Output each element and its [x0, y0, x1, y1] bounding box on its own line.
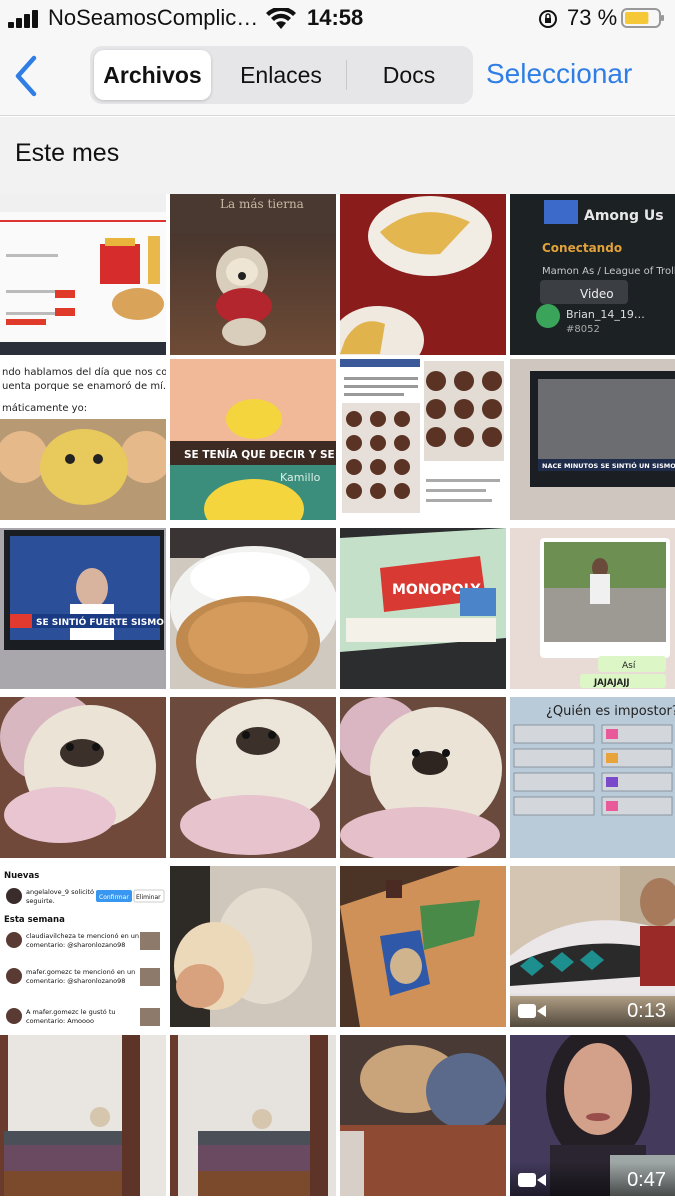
instagram-notifications-image: Nuevas angelalove_9 solicitó seguirte. C… — [0, 866, 166, 1027]
media-thumbnail[interactable] — [340, 866, 506, 1027]
svg-text:#8052: #8052 — [566, 324, 600, 335]
svg-text:SE SINTIÓ FUERTE SISMO: SE SINTIÓ FUERTE SISMO — [36, 616, 164, 628]
media-thumbnail[interactable] — [170, 528, 336, 689]
video-overlay: 0:47 — [510, 1162, 675, 1196]
facebook-post-image — [340, 359, 506, 520]
media-thumbnail[interactable]: 0:13 — [510, 866, 675, 1027]
segmented-control: Archivos Enlaces Docs — [90, 46, 473, 104]
svg-text:Mamon As / League of Trolls: Mamon As / League of Trolls — [542, 266, 675, 277]
svg-text:ndo hablamos del día que nos c: ndo hablamos del día que nos conocimos — [2, 366, 166, 378]
media-thumbnail[interactable]: ¿Quién es impostor? — [510, 697, 675, 858]
chat-video-image: Así JAJAJAJJ — [510, 528, 675, 689]
select-button[interactable]: Seleccionar — [486, 58, 632, 90]
dog-closeup-image — [170, 697, 336, 858]
clock: 14:58 — [307, 5, 364, 30]
media-thumbnail[interactable]: Así JAJAJAJJ — [510, 528, 675, 689]
tab-docs[interactable]: Docs — [348, 50, 470, 100]
svg-text:seguirte.: seguirte. — [26, 897, 55, 905]
rice-food-image — [170, 528, 336, 688]
video-overlay: 0:13 — [510, 993, 675, 1027]
tv-anchor-image: SE SINTIÓ FUERTE SISMO — [0, 528, 166, 689]
monopoly-board-image: MONOPOLY — [340, 528, 506, 689]
battery-icon — [621, 8, 664, 28]
svg-text:SE TENÍA QUE DECIR Y SE DIJO: SE TENÍA QUE DECIR Y SE DIJO — [184, 448, 336, 461]
svg-text:máticamente yo:: máticamente yo: — [2, 402, 87, 414]
svg-text:Eliminar: Eliminar — [136, 894, 161, 901]
svg-text:comentario: @sharonlozano98: comentario: @sharonlozano98 — [26, 941, 125, 949]
media-thumbnail[interactable]: Nuevas angelalove_9 solicitó seguirte. C… — [0, 866, 166, 1027]
section-header: Este mes — [0, 117, 675, 194]
media-thumbnail[interactable]: SE TENÍA QUE DECIR Y SE DIJO Kamillo — [170, 359, 336, 520]
kfc-screenshot-image — [0, 194, 166, 355]
media-thumbnail[interactable] — [170, 1035, 336, 1196]
svg-text:Brian_14_19…: Brian_14_19… — [566, 308, 645, 321]
svg-text:NACE MINUTOS SE SINTIÓ UN SISM: NACE MINUTOS SE SINTIÓ UN SISMO EN LIMA — [542, 461, 675, 470]
table-snacks-image — [340, 866, 506, 1027]
media-thumbnail[interactable] — [340, 1035, 506, 1196]
wifi-icon — [266, 8, 296, 29]
back-chevron-icon[interactable] — [10, 54, 44, 98]
svg-text:angelalove_9 solicitó: angelalove_9 solicitó — [26, 888, 94, 896]
media-thumbnail[interactable]: SE SINTIÓ FUERTE SISMO — [0, 528, 166, 689]
svg-text:claudiavilcheza te mencionó en: claudiavilcheza te mencionó en un — [26, 932, 139, 940]
media-thumbnail[interactable] — [0, 697, 166, 858]
tab-archivos[interactable]: Archivos — [94, 50, 211, 100]
svg-text:Esta semana: Esta semana — [4, 915, 65, 925]
media-thumbnail[interactable] — [170, 697, 336, 858]
media-thumbnail[interactable]: MONOPOLY — [340, 528, 506, 689]
svg-text:Video: Video — [580, 287, 614, 301]
dog-photo-image: La más tierna — [170, 194, 336, 346]
svg-text:JAJAJAJJ: JAJAJAJJ — [593, 678, 630, 688]
dog-closeup-image — [340, 697, 506, 858]
carrier-name: NoSeamosComplic… — [48, 5, 259, 30]
svg-text:Nuevas: Nuevas — [4, 871, 39, 881]
sleeping-dog-image — [340, 1035, 506, 1196]
media-thumbnail[interactable] — [0, 194, 166, 355]
svg-text:Así: Así — [622, 661, 636, 671]
dog-bread-image — [170, 866, 336, 1027]
media-thumbnail[interactable] — [170, 866, 336, 1027]
bedroom-mirror-image — [170, 1035, 336, 1196]
media-thumbnail[interactable]: ndo hablamos del día que nos conocimos u… — [0, 359, 166, 520]
media-thumbnail[interactable] — [0, 1035, 166, 1196]
video-camera-icon — [518, 1173, 546, 1187]
segment-divider — [346, 60, 347, 90]
svg-text:uenta porque se enamoró de mí.: uenta porque se enamoró de mí. — [2, 380, 166, 392]
video-duration: 0:47 — [627, 1169, 666, 1191]
media-thumbnail[interactable]: Among Us Conectando Mamon As / League of… — [510, 194, 675, 355]
media-thumbnail[interactable]: 0:47 — [510, 1035, 675, 1196]
media-thumbnail[interactable] — [340, 194, 506, 355]
mouse-meme-image: ndo hablamos del día que nos conocimos u… — [0, 359, 166, 520]
tab-enlaces[interactable]: Enlaces — [216, 50, 346, 100]
svg-text:¿Quién es impostor?: ¿Quién es impostor? — [546, 704, 675, 719]
pikachu-meme-image: SE TENÍA QUE DECIR Y SE DIJO Kamillo — [170, 359, 336, 520]
section-title: Este mes — [15, 139, 120, 167]
svg-text:Confirmar: Confirmar — [99, 894, 129, 901]
tv-news-image: NACE MINUTOS SE SINTIÓ UN SISMO EN LIMA — [510, 359, 675, 520]
rotation-lock-icon — [539, 10, 557, 28]
status-bar: NoSeamosComplic… 14:58 73 % — [0, 0, 675, 36]
impostor-vote-image: ¿Quién es impostor? — [510, 697, 675, 858]
video-duration: 0:13 — [627, 1000, 666, 1022]
video-camera-icon — [518, 1004, 546, 1018]
battery-percent: 73 % — [567, 5, 618, 30]
svg-text:mafer.gomezc te mencionó en un: mafer.gomezc te mencionó en un — [26, 968, 135, 976]
navigation-bar: Archivos Enlaces Docs Seleccionar — [0, 36, 675, 116]
tortilla-photo-image — [340, 194, 506, 355]
dog-closeup-image — [0, 697, 166, 858]
svg-text:A mafer.gomezc le gustó tu: A mafer.gomezc le gustó tu — [26, 1008, 116, 1016]
svg-text:Among Us: Among Us — [584, 208, 664, 224]
media-thumbnail[interactable] — [340, 697, 506, 858]
media-thumbnail[interactable]: La más tierna — [170, 194, 336, 355]
media-thumbnail[interactable]: NACE MINUTOS SE SINTIÓ UN SISMO EN LIMA — [510, 359, 675, 520]
svg-text:Kamillo: Kamillo — [280, 471, 321, 484]
svg-text:La más tierna: La más tierna — [220, 197, 304, 211]
svg-text:Conectando: Conectando — [542, 241, 622, 255]
cell-signal-icon — [8, 10, 42, 28]
svg-text:comentario: @sharonlozano98: comentario: @sharonlozano98 — [26, 977, 125, 985]
media-thumbnail[interactable] — [340, 359, 506, 520]
svg-text:comentario: Amoooo: comentario: Amoooo — [26, 1017, 94, 1025]
bedroom-mirror-image — [0, 1035, 166, 1196]
discord-screen-image: Among Us Conectando Mamon As / League of… — [510, 194, 675, 355]
